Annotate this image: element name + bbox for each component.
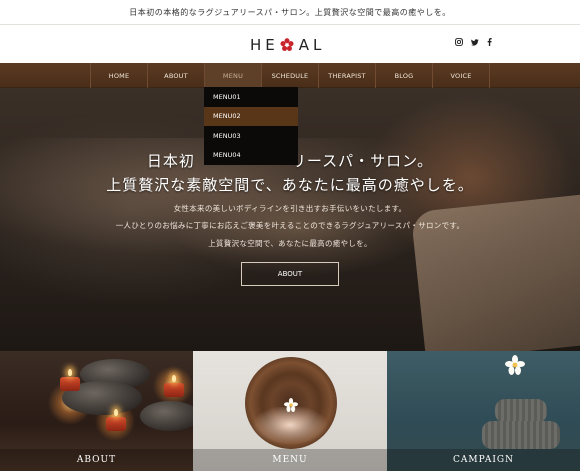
tile-menu[interactable]: MENU <box>193 351 387 471</box>
nav-label: MENU <box>222 71 244 80</box>
instagram-icon[interactable] <box>455 38 463 46</box>
nav-item-about[interactable]: ABOUT <box>148 63 205 88</box>
hero-image-towel <box>410 194 580 351</box>
hero-headline-2: 上質贅沢な素敵空間で、あなたに最高の癒やしを。 <box>106 176 474 194</box>
nav-label: VOICE <box>450 71 472 80</box>
candle-image <box>106 417 126 431</box>
announcement-text: 日本初の本格的なラグジュアリースパ・サロン。上質贅沢な空間で最高の癒やしを。 <box>129 7 451 17</box>
about-button[interactable]: ABOUT <box>241 262 339 286</box>
logo-text-right: AL <box>298 36 326 54</box>
nav-label: THERAPIST <box>328 71 366 80</box>
candle-flame <box>114 409 118 416</box>
frangipani-icon <box>505 355 525 375</box>
candle-image <box>164 383 184 397</box>
facebook-icon[interactable] <box>487 38 492 46</box>
announcement-bar: 日本初の本格的なラグジュアリースパ・サロン。上質贅沢な空間で最高の癒やしを。 <box>0 0 580 25</box>
hot-stone-image <box>140 401 193 431</box>
feature-tiles: ABOUT MENU CAMPAIGN <box>0 351 580 471</box>
nav-label: HOME <box>108 71 130 80</box>
hero-text-line: 一人ひとりのお悩みに丁寧にお応えご褒美を叶えることのできるラグジュアリースパ・サ… <box>115 221 465 230</box>
candle-image <box>60 377 80 391</box>
nav-label: BLOG <box>394 71 414 80</box>
nav-item-home[interactable]: HOME <box>91 63 148 88</box>
nav-item-schedule[interactable]: SCHEDULE <box>262 63 319 88</box>
main-nav: HOME ABOUT MENU SCHEDULE THERAPIST BLOG … <box>0 63 580 88</box>
nav-item-voice[interactable]: VOICE <box>433 63 490 88</box>
dropdown-item-menu03[interactable]: MENU03 <box>204 126 298 146</box>
rolled-towel-image <box>482 421 560 449</box>
tile-about[interactable]: ABOUT <box>0 351 193 471</box>
nav-item-blog[interactable]: BLOG <box>376 63 433 88</box>
tile-campaign[interactable]: CAMPAIGN <box>387 351 580 471</box>
site-header: HE AL <box>0 25 580 63</box>
menu-dropdown: MENU01 MENU02 MENU03 MENU04 <box>204 87 298 165</box>
dropdown-item-menu01[interactable]: MENU01 <box>204 87 298 107</box>
rolled-towel-image <box>495 399 547 423</box>
hero-text-line: 女性本来の美しいボディラインを引き出すお手伝いをいたします。 <box>173 204 407 213</box>
hero-headline-part: リースパ・サロン。 <box>290 152 434 170</box>
dropdown-item-menu04[interactable]: MENU04 <box>204 146 298 166</box>
nav-label: ABOUT <box>164 71 188 80</box>
tile-menu-label: MENU <box>193 449 387 471</box>
nav-item-therapist[interactable]: THERAPIST <box>319 63 376 88</box>
hero-headline-part: 日本初 <box>146 152 195 170</box>
tile-campaign-label: CAMPAIGN <box>387 449 580 471</box>
candle-flame <box>172 375 176 382</box>
logo-text-left: HE <box>250 36 279 54</box>
nav-label: SCHEDULE <box>271 71 309 80</box>
candle-flame <box>68 369 72 376</box>
twitter-icon[interactable] <box>471 38 479 46</box>
social-links <box>455 38 492 46</box>
tile-about-label: ABOUT <box>0 449 193 471</box>
site-logo[interactable]: HE AL <box>250 36 325 54</box>
dropdown-item-menu02[interactable]: MENU02 <box>204 106 298 126</box>
red-flower-icon <box>280 38 294 51</box>
nav-item-menu[interactable]: MENU <box>205 63 262 88</box>
frangipani-icon <box>284 398 298 412</box>
hero-text-line: 上質贅沢な空間で、あなたに最高の癒やしを。 <box>208 239 372 248</box>
